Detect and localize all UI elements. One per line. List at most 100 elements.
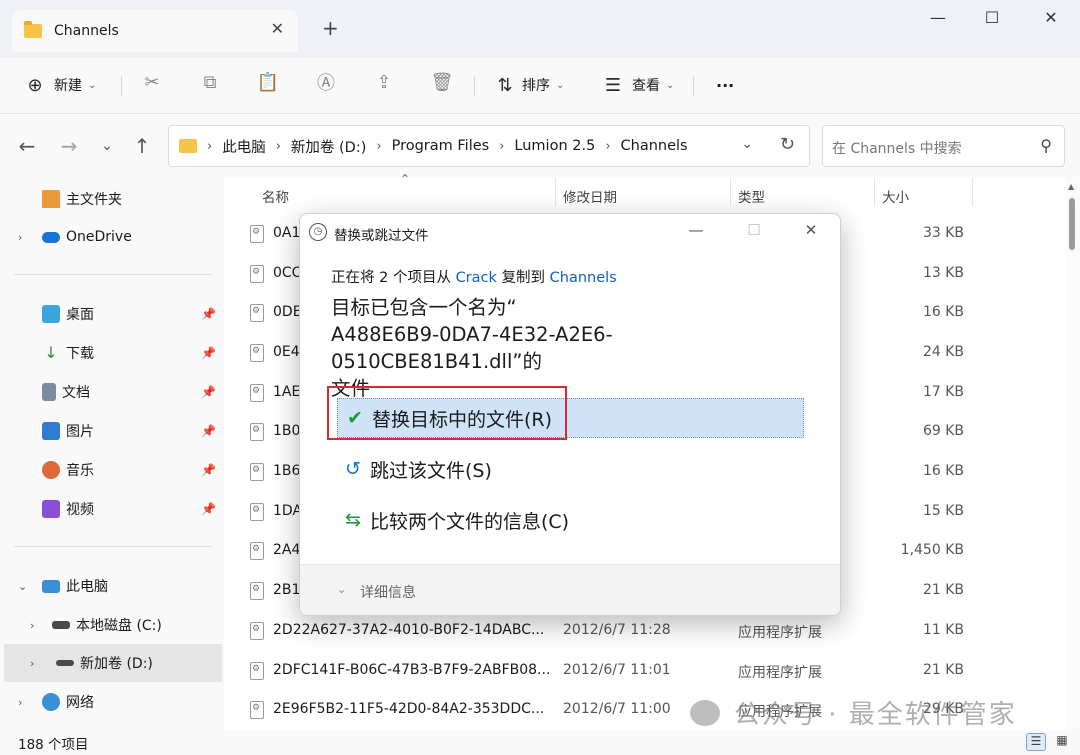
column-header-size[interactable]: 大小 — [882, 186, 909, 206]
sidebar-item-onedrive[interactable]: › OneDrive — [0, 218, 222, 256]
copy-icon[interactable]: ⧉ — [199, 71, 221, 93]
tab-channels[interactable]: Channels ✕ — [12, 10, 298, 52]
file-size: 21 KB — [922, 662, 964, 678]
breadcrumb-chevron-icon: › — [275, 138, 281, 154]
delete-icon[interactable]: 🗑 — [431, 71, 454, 93]
up-arrow-icon[interactable]: ↑ — [129, 134, 155, 158]
sidebar-item-home[interactable]: 主文件夹 — [0, 180, 222, 218]
sidebar-item-music[interactable]: 音乐 📌 — [0, 451, 222, 489]
dll-file-icon — [250, 304, 264, 322]
sidebar-item-drive-d[interactable]: › 新加卷 (D:) — [4, 644, 222, 682]
breadcrumb-this-pc[interactable]: 此电脑 — [222, 136, 266, 157]
back-arrow-icon[interactable]: ← — [14, 134, 40, 158]
column-divider[interactable] — [874, 178, 875, 206]
pin-icon[interactable]: 📌 — [201, 385, 216, 399]
chevron-down-icon[interactable]: ⌄ — [18, 580, 27, 593]
sort-label: 排序 — [522, 78, 550, 94]
toolbar-divider — [693, 76, 694, 96]
details-view-icon[interactable]: ☰ — [1026, 733, 1046, 751]
chevron-right-icon[interactable]: › — [30, 619, 34, 632]
column-header-name[interactable]: 名称 — [262, 186, 289, 206]
compare-option-button[interactable]: ⇆ 比较两个文件的信息(C) — [336, 499, 804, 541]
breadcrumb-drive-d[interactable]: 新加卷 (D:) — [291, 136, 366, 157]
dialog-close-button[interactable]: ✕ — [799, 221, 823, 239]
dll-file-icon — [250, 503, 264, 521]
table-row[interactable]: 2D22A627-37A2-4010-B0F2-14DABC... 2012/6/… — [224, 612, 1066, 652]
pin-icon[interactable]: 📌 — [201, 424, 216, 438]
scrollbar-thumb[interactable] — [1069, 198, 1075, 250]
dialog-title-bar[interactable]: ◷ 替换或跳过文件 — ☐ ✕ — [300, 214, 840, 250]
column-divider[interactable] — [555, 178, 556, 206]
breadcrumb-channels[interactable]: Channels — [621, 138, 688, 154]
chevron-right-icon[interactable]: › — [30, 657, 34, 670]
skip-option-button[interactable]: ↺ 跳过该文件(S) — [336, 448, 804, 490]
sidebar-item-label: 视频 — [66, 502, 94, 518]
new-button[interactable]: ⊕ 新建 ⌄ — [24, 71, 96, 99]
rename-icon[interactable]: Ⓐ — [315, 71, 337, 94]
pin-icon[interactable]: 📌 — [201, 463, 216, 477]
file-type: 应用程序扩展 — [738, 665, 822, 681]
pin-icon[interactable]: 📌 — [201, 346, 216, 360]
share-icon[interactable]: ⇪ — [373, 71, 395, 93]
pin-icon[interactable]: 📌 — [201, 502, 216, 516]
sidebar-item-network[interactable]: › 网络 — [0, 683, 222, 721]
copy-mid: 复制到 — [496, 270, 550, 286]
column-header-type[interactable]: 类型 — [738, 186, 765, 206]
file-name: 2DFC141F-B06C-47B3-B7F9-2ABFB08... — [273, 662, 551, 678]
close-window-button[interactable]: ✕ — [1036, 8, 1066, 27]
vertical-scrollbar[interactable]: ▲ — [1066, 178, 1080, 730]
column-header-modified[interactable]: 修改日期 — [563, 186, 617, 206]
new-tab-button[interactable]: + — [322, 16, 339, 40]
sidebar-item-pictures[interactable]: 图片 📌 — [0, 412, 222, 450]
sidebar-item-desktop[interactable]: 桌面 📌 — [0, 295, 222, 333]
chevron-down-icon: ⌄ — [88, 79, 97, 91]
search-box[interactable]: 在 Channels 中搜索 ⚲ — [822, 125, 1065, 167]
details-toggle[interactable]: ⌄ 详细信息 — [300, 564, 840, 615]
picture-icon — [42, 422, 60, 440]
dll-file-icon — [250, 582, 264, 600]
sort-button[interactable]: ⇅ 排序 ⌄ — [494, 71, 564, 99]
cloud-icon — [42, 231, 60, 243]
chevron-right-icon[interactable]: › — [18, 696, 22, 709]
column-divider[interactable] — [972, 178, 973, 206]
table-row[interactable]: 2DFC141F-B06C-47B3-B7F9-2ABFB08... 2012/6… — [224, 652, 1066, 692]
toolbar-divider — [474, 76, 475, 96]
file-size: 13 KB — [922, 265, 964, 281]
sidebar-item-documents[interactable]: 文档 📌 — [0, 373, 222, 411]
recent-chevron-icon[interactable]: ⌄ — [94, 138, 120, 154]
more-options-button[interactable]: ··· — [716, 71, 734, 99]
address-history-chevron-icon[interactable]: ⌄ — [741, 136, 753, 152]
breadcrumb-program-files[interactable]: Program Files — [392, 138, 490, 154]
view-button[interactable]: ☰ 查看 ⌄ — [602, 71, 674, 99]
breadcrumb-lumion[interactable]: Lumion 2.5 — [514, 138, 595, 154]
sidebar-item-label: 新加卷 (D:) — [80, 656, 153, 672]
scroll-up-icon[interactable]: ▲ — [1068, 182, 1074, 191]
tiles-view-icon[interactable]: ▦ — [1052, 733, 1072, 751]
destination-folder-link[interactable]: Channels — [550, 270, 617, 286]
sidebar-item-drive-c[interactable]: › 本地磁盘 (C:) — [0, 606, 222, 644]
paste-icon[interactable]: 📋 — [257, 71, 279, 93]
forward-arrow-icon[interactable]: → — [56, 134, 82, 158]
refresh-icon[interactable]: ↻ — [780, 134, 795, 155]
chevron-right-icon[interactable]: › — [18, 231, 22, 244]
sidebar-item-downloads[interactable]: ↓ 下载 📌 — [0, 334, 222, 372]
sidebar-item-this-pc[interactable]: ⌄ 此电脑 — [0, 567, 222, 605]
download-icon: ↓ — [44, 343, 58, 362]
file-size: 17 KB — [922, 384, 964, 400]
address-bar[interactable]: › 此电脑 › 新加卷 (D:) › Program Files › Lumio… — [168, 125, 810, 167]
file-size: 15 KB — [922, 503, 964, 519]
view-label: 查看 — [632, 78, 660, 94]
sort-icon: ⇅ — [497, 74, 513, 96]
maximize-button[interactable]: ☐ — [977, 8, 1007, 27]
column-divider[interactable] — [730, 178, 731, 206]
status-bar: 188 个项目 ☰ ▦ — [0, 730, 1080, 755]
tab-close-icon[interactable]: ✕ — [271, 19, 284, 38]
dialog-minimize-button[interactable]: — — [684, 221, 708, 239]
source-folder-link[interactable]: Crack — [456, 270, 497, 286]
watermark-text: 公众号 · 最全软件管家 — [734, 700, 1017, 730]
cut-icon[interactable]: ✂ — [141, 71, 163, 93]
sidebar-item-label: 本地磁盘 (C:) — [76, 618, 162, 634]
minimize-button[interactable]: — — [923, 8, 953, 27]
sidebar-item-videos[interactable]: 视频 📌 — [0, 490, 222, 528]
pin-icon[interactable]: 📌 — [201, 307, 216, 321]
